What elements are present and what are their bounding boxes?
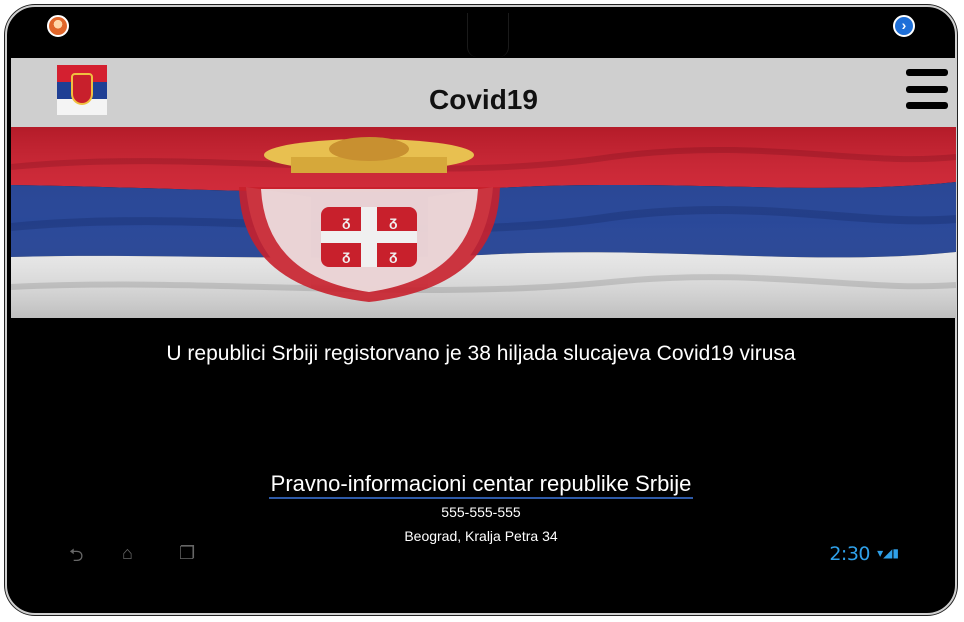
system-nav-bar: ⮌ ⌂ ❐ 2:30 ▾◢▮ bbox=[7, 537, 955, 567]
org-link-container: Pravno-informacioni centar republike Srb… bbox=[7, 471, 955, 499]
svg-text:ᵹ: ᵹ bbox=[342, 213, 351, 229]
org-link[interactable]: Pravno-informacioni centar republike Srb… bbox=[268, 471, 694, 499]
signal-battery-icon: ▾◢▮ bbox=[877, 546, 899, 560]
svg-text:ᵹ: ᵹ bbox=[389, 247, 398, 263]
hamburger-menu-icon[interactable] bbox=[906, 69, 948, 109]
user-avatar-icon[interactable] bbox=[47, 15, 69, 37]
recent-apps-icon[interactable]: ❐ bbox=[179, 543, 195, 564]
back-icon[interactable]: ⮌ bbox=[69, 543, 83, 573]
page-title: Covid19 bbox=[429, 84, 538, 115]
home-icon[interactable]: ⌂ bbox=[122, 543, 133, 564]
app-bar: Covid19 bbox=[11, 58, 956, 127]
device-frame: › Covid19 ᵹ ᵹ ᵹ ᵹ U republici Srbiji reg… bbox=[5, 5, 957, 615]
serbia-flag-banner-image: ᵹ ᵹ ᵹ ᵹ bbox=[11, 127, 956, 318]
svg-text:ᵹ: ᵹ bbox=[389, 213, 398, 229]
status-bar: › bbox=[7, 7, 955, 57]
phone-number: 555-555-555 bbox=[441, 504, 521, 520]
camera-notch bbox=[467, 13, 509, 57]
headline: U republici Srbiji registorvano je 38 hi… bbox=[166, 342, 796, 365]
svg-text:ᵹ: ᵹ bbox=[342, 247, 351, 263]
arrow-right-circle-icon[interactable]: › bbox=[893, 15, 915, 37]
clock: 2:30 bbox=[829, 543, 870, 565]
flag-banner: ᵹ ᵹ ᵹ ᵹ bbox=[11, 127, 956, 318]
